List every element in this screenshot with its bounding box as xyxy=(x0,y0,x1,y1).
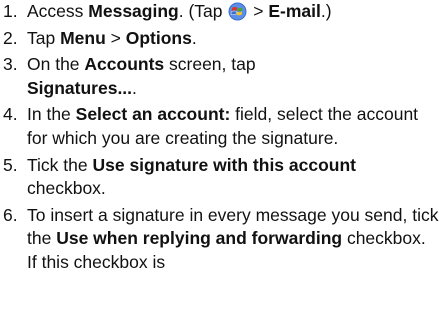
step-text: . (Tap xyxy=(178,1,228,21)
step-5: 5. Tick the Use signature with this acco… xyxy=(0,154,439,201)
step-1: 1. Access Messaging. (Tap > E-mail.) xyxy=(0,0,439,24)
use-when-replying-label: Use when replying and forwarding xyxy=(56,228,343,249)
step-text: Tap xyxy=(27,27,61,48)
step-text: Tick the xyxy=(27,154,93,175)
accounts-label: Accounts xyxy=(84,54,165,75)
step-text: > xyxy=(248,1,269,21)
signatures-label: Signatures... xyxy=(27,77,133,98)
step-text: screen, tap xyxy=(164,54,256,75)
step-number: 6. xyxy=(3,204,18,225)
messaging-label: Messaging xyxy=(88,1,179,21)
step-number: 4. xyxy=(3,104,18,125)
step-text: On the xyxy=(27,54,85,75)
instruction-steps: 1. Access Messaging. (Tap > E-mail.) 2. … xyxy=(0,0,439,278)
email-label: E-mail xyxy=(268,1,321,21)
windows-start-icon xyxy=(228,2,247,21)
step-number: 5. xyxy=(3,154,18,175)
step-text: In the xyxy=(27,104,76,125)
step-3: 3. On the Accounts screen, tap Signatures… xyxy=(0,53,439,100)
step-text: checkbox. xyxy=(27,178,106,199)
step-text: > xyxy=(105,27,126,48)
step-text: . xyxy=(132,77,137,98)
step-6: 6. To insert a signature in every messag… xyxy=(0,204,439,275)
step-text: Access xyxy=(27,1,89,21)
step-number: 2. xyxy=(3,27,18,48)
menu-label: Menu xyxy=(60,27,106,48)
step-2: 2. Tap Menu > Options. xyxy=(0,27,439,51)
step-text: . xyxy=(191,27,197,48)
options-label: Options xyxy=(125,27,192,48)
step-text: .) xyxy=(320,1,332,21)
step-4: 4. In the Select an account: field, sele… xyxy=(0,103,439,150)
select-account-label: Select an account: xyxy=(75,104,231,125)
step-number: 1. xyxy=(3,1,18,21)
use-signature-label: Use signature with this account xyxy=(92,154,357,175)
step-number: 3. xyxy=(3,54,18,75)
